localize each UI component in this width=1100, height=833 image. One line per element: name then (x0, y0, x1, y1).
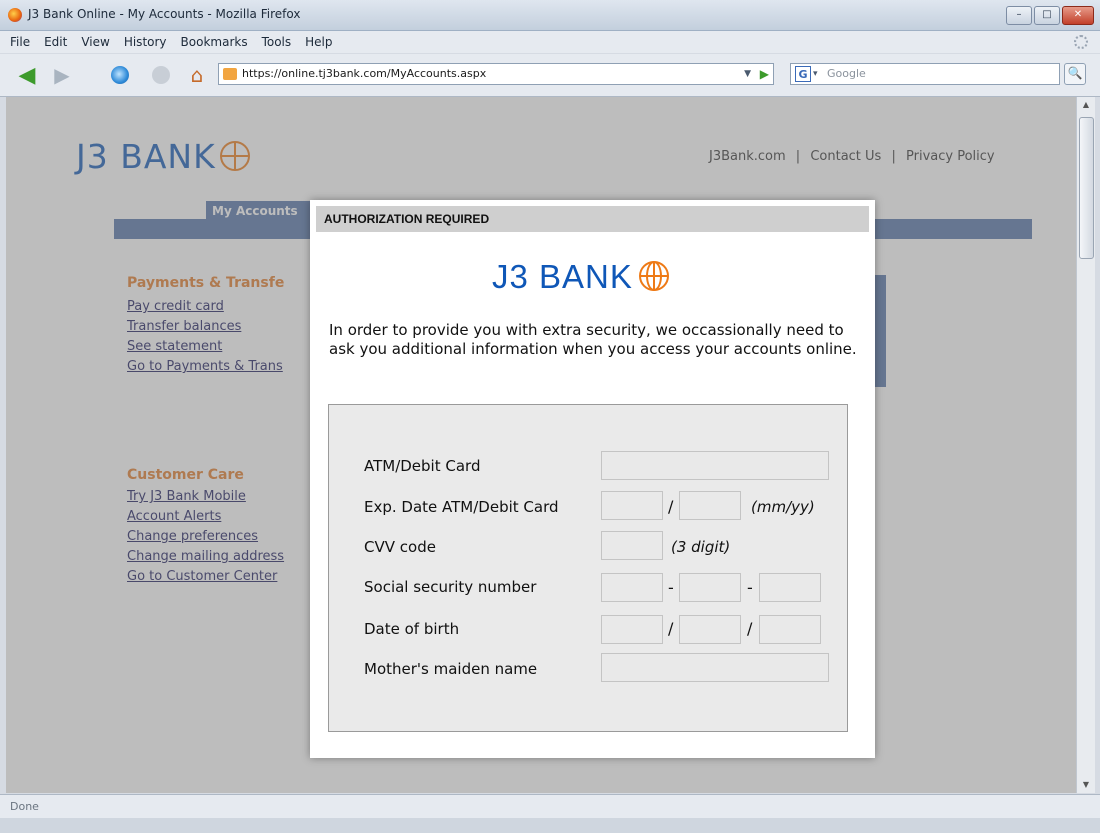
dob-year-input[interactable] (759, 615, 821, 644)
forward-icon[interactable]: ▶ (50, 63, 74, 87)
dob-separator: / (747, 619, 753, 638)
link-go-to-payments[interactable]: Go to Payments & Trans (127, 359, 283, 374)
link-transfer-balances[interactable]: Transfer balances (127, 319, 241, 334)
ssn-separator: - (668, 578, 674, 597)
link-try-mobile[interactable]: Try J3 Bank Mobile (127, 489, 246, 504)
menu-file[interactable]: File (10, 31, 30, 53)
dob-separator: / (668, 619, 674, 638)
status-text: Done (10, 800, 39, 813)
link-customer-center[interactable]: Go to Customer Center (127, 569, 277, 584)
menu-view[interactable]: View (81, 31, 109, 53)
google-icon[interactable]: G (795, 66, 811, 82)
home-icon[interactable]: ⌂ (184, 63, 210, 87)
link-change-preferences[interactable]: Change preferences (127, 529, 258, 544)
exp-date-hint: (mm/yy) (751, 498, 815, 516)
modal-logo-text: J3 BANK (492, 258, 633, 295)
title-bar: J3 Bank Online - My Accounts - Mozilla F… (0, 0, 1100, 31)
navigation-toolbar: ◀ ▶ ⌂ https://online.tj3bank.com/MyAccou… (0, 54, 1100, 97)
search-input[interactable]: Google (827, 64, 866, 84)
scroll-up-icon[interactable]: ▲ (1077, 97, 1095, 113)
menu-help[interactable]: Help (305, 31, 332, 53)
ssn-part2-input[interactable] (679, 573, 741, 602)
site-favicon-icon (223, 68, 237, 80)
back-icon[interactable]: ◀ (14, 63, 40, 88)
scroll-thumb[interactable] (1079, 117, 1094, 259)
ssn-label: Social security number (364, 578, 537, 596)
modal-header: AUTHORIZATION REQUIRED (316, 206, 869, 232)
header-links: J3Bank.com | Contact Us | Privacy Policy (706, 149, 998, 164)
tab-my-accounts[interactable]: My Accounts (206, 201, 316, 223)
menu-bookmarks[interactable]: Bookmarks (181, 31, 248, 53)
dob-month-input[interactable] (601, 615, 663, 644)
menu-tools[interactable]: Tools (262, 31, 292, 53)
link-contact-us[interactable]: Contact Us (810, 149, 881, 164)
dob-day-input[interactable] (679, 615, 741, 644)
modal-bank-logo: J3 BANK (492, 258, 669, 296)
ssn-part1-input[interactable] (601, 573, 663, 602)
exp-month-input[interactable] (601, 491, 663, 520)
modal-intro-text: In order to provide you with extra secur… (329, 321, 857, 358)
cvv-input[interactable] (601, 531, 663, 560)
ssn-part3-input[interactable] (759, 573, 821, 602)
atm-card-input[interactable] (601, 451, 829, 480)
link-account-alerts[interactable]: Account Alerts (127, 509, 221, 524)
close-button[interactable]: ✕ (1062, 6, 1094, 25)
reload-icon[interactable] (108, 64, 132, 86)
window-bottom-edge (0, 818, 1100, 833)
search-icon[interactable]: 🔍 (1064, 63, 1086, 85)
bank-logo-text: J3 BANK (76, 137, 216, 176)
link-j3bank[interactable]: J3Bank.com (709, 149, 786, 164)
scroll-down-icon[interactable]: ▼ (1077, 777, 1095, 793)
link-see-statement[interactable]: See statement (127, 339, 222, 354)
exp-date-separator: / (668, 497, 674, 516)
exp-year-input[interactable] (679, 491, 741, 520)
customer-care-title: Customer Care (127, 467, 244, 483)
link-pay-credit-card[interactable]: Pay credit card (127, 299, 224, 314)
search-bar[interactable]: G ▾ Google (790, 63, 1060, 85)
maximize-button[interactable]: □ (1034, 6, 1060, 25)
authorization-modal: AUTHORIZATION REQUIRED J3 BANK In order … (310, 200, 875, 758)
link-separator: | (795, 149, 801, 164)
search-engine-dropdown-icon[interactable]: ▾ (813, 64, 818, 84)
link-separator: | (891, 149, 896, 164)
throbber-icon (1074, 35, 1088, 49)
dob-label: Date of birth (364, 620, 460, 638)
cvv-label: CVV code (364, 538, 436, 556)
menu-history[interactable]: History (124, 31, 167, 53)
minimize-button[interactable]: – (1006, 6, 1032, 25)
status-bar: Done (0, 794, 1100, 819)
maiden-name-input[interactable] (601, 653, 829, 682)
menu-edit[interactable]: Edit (44, 31, 67, 53)
modal-title: AUTHORIZATION REQUIRED (324, 212, 490, 226)
bank-logo: J3 BANK (76, 137, 250, 176)
window-controls: – □ ✕ (1006, 6, 1094, 25)
vertical-scrollbar[interactable]: ▲ ▼ (1076, 97, 1095, 793)
url-dropdown-icon[interactable]: ▼ (744, 64, 751, 84)
stop-icon[interactable] (150, 64, 172, 86)
url-text: https://online.tj3bank.com/MyAccounts.as… (242, 67, 487, 80)
browser-window: J3 Bank Online - My Accounts - Mozilla F… (0, 0, 1100, 833)
exp-date-label: Exp. Date ATM/Debit Card (364, 498, 559, 516)
firefox-icon (8, 8, 22, 22)
address-bar[interactable]: https://online.tj3bank.com/MyAccounts.as… (218, 63, 774, 85)
maiden-name-label: Mother's maiden name (364, 660, 538, 678)
link-change-mailing-address[interactable]: Change mailing address (127, 549, 284, 564)
window-title: J3 Bank Online - My Accounts - Mozilla F… (28, 7, 301, 21)
ssn-separator: - (747, 578, 753, 597)
payments-title: Payments & Transfe (127, 275, 285, 291)
security-form: ATM/Debit Card Exp. Date ATM/Debit Card … (328, 404, 848, 732)
link-privacy-policy[interactable]: Privacy Policy (906, 149, 995, 164)
globe-icon (219, 141, 250, 171)
globe-icon (638, 261, 669, 291)
menu-bar: File Edit View History Bookmarks Tools H… (0, 31, 1100, 53)
atm-card-label: ATM/Debit Card (364, 457, 481, 475)
cvv-hint: (3 digit) (671, 538, 731, 556)
go-icon[interactable]: ▶ (760, 64, 769, 84)
